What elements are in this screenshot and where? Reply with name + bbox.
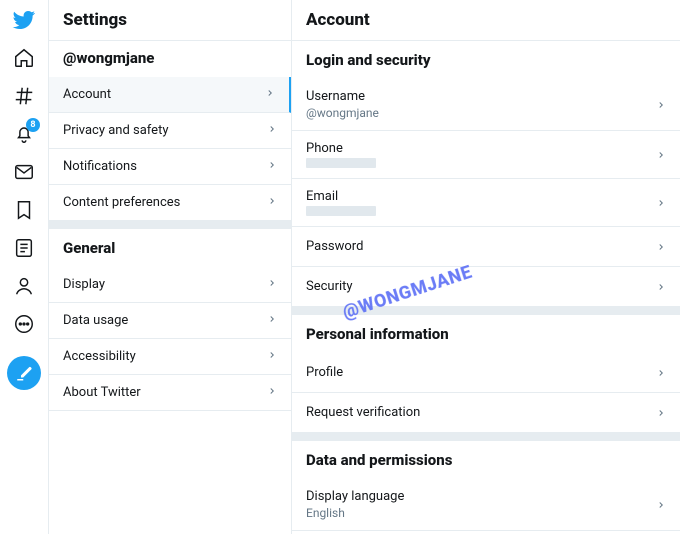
chevron-right-icon: [267, 159, 277, 174]
settings-item-content-preferences[interactable]: Content preferences: [49, 185, 291, 221]
settings-item-label: Display: [63, 277, 105, 292]
account-row-display-language[interactable]: Display language English: [292, 479, 680, 531]
account-row-email[interactable]: Email: [292, 179, 680, 227]
settings-item-privacy-and-safety[interactable]: Privacy and safety: [49, 113, 291, 149]
profile-icon[interactable]: [12, 274, 36, 298]
notifications-icon[interactable]: 8: [12, 122, 36, 146]
chevron-right-icon: [267, 349, 277, 364]
settings-item-label: Content preferences: [63, 195, 180, 210]
chevron-right-icon: [656, 145, 666, 164]
settings-general-title: General: [49, 229, 291, 267]
account-group-title-personal-information: Personal information: [292, 315, 680, 353]
settings-item-accessibility[interactable]: Accessibility: [49, 339, 291, 375]
account-row-request-verification[interactable]: Request verification: [292, 393, 680, 433]
section-divider: [49, 221, 291, 229]
compose-button[interactable]: [7, 356, 41, 390]
redacted-value: [306, 206, 376, 216]
account-row-username[interactable]: Username @wongmjane: [292, 79, 680, 131]
settings-item-about-twitter[interactable]: About Twitter: [49, 375, 291, 411]
settings-title: Settings: [49, 0, 291, 41]
account-row-profile[interactable]: Profile: [292, 353, 680, 393]
account-row-security[interactable]: Security: [292, 267, 680, 307]
chevron-right-icon: [656, 277, 666, 296]
chevron-right-icon: [267, 385, 277, 400]
chevron-right-icon: [656, 237, 666, 256]
account-title: Account: [292, 0, 680, 41]
settings-item-account[interactable]: Account: [49, 77, 291, 113]
account-row-label: Email: [306, 189, 376, 204]
account-group-title-data-and-permissions: Data and permissions: [292, 441, 680, 479]
account-body: Login and security Username @wongmjane Phon…: [292, 41, 680, 534]
settings-column: Settings @wongmjane Account Privacy and s…: [48, 0, 292, 534]
account-row-password[interactable]: Password: [292, 227, 680, 267]
account-row-label: Display language: [306, 489, 404, 504]
messages-icon[interactable]: [12, 160, 36, 184]
notifications-badge: 8: [26, 118, 40, 132]
account-column: Account Login and security Username @wongm…: [292, 0, 680, 534]
settings-item-label: Account: [63, 87, 111, 102]
chevron-right-icon: [656, 95, 666, 114]
chevron-right-icon: [265, 87, 275, 102]
chevron-right-icon: [267, 123, 277, 138]
chevron-right-icon: [656, 193, 666, 212]
explore-icon[interactable]: [12, 84, 36, 108]
settings-item-label: Privacy and safety: [63, 123, 168, 138]
settings-item-data-usage[interactable]: Data usage: [49, 303, 291, 339]
settings-user-list: Account Privacy and safety Notifications Co…: [49, 77, 291, 221]
home-icon[interactable]: [12, 46, 36, 70]
account-row-label: Security: [306, 279, 353, 294]
account-row-phone[interactable]: Phone: [292, 131, 680, 179]
chevron-right-icon: [656, 403, 666, 422]
account-row-label: Username: [306, 89, 379, 104]
settings-item-label: Accessibility: [63, 349, 136, 364]
account-row-label: Request verification: [306, 405, 420, 420]
account-group-title-login-and-security: Login and security: [292, 41, 680, 79]
settings-item-label: About Twitter: [63, 385, 141, 400]
account-row-sublabel: English: [306, 506, 404, 520]
settings-handle: @wongmjane: [49, 41, 291, 77]
more-icon[interactable]: [12, 312, 36, 336]
account-row-sublabel: @wongmjane: [306, 106, 379, 120]
chevron-right-icon: [656, 495, 666, 514]
account-row-label: Profile: [306, 365, 343, 380]
lists-icon[interactable]: [12, 236, 36, 260]
chevron-right-icon: [267, 277, 277, 292]
settings-general-list: Display Data usage Accessibility About Twit…: [49, 267, 291, 411]
section-divider: [292, 307, 680, 315]
chevron-right-icon: [656, 363, 666, 382]
settings-item-notifications[interactable]: Notifications: [49, 149, 291, 185]
twitter-logo-icon[interactable]: [12, 8, 36, 32]
nav-rail: 8: [0, 0, 48, 534]
section-divider: [292, 433, 680, 441]
account-row-label: Phone: [306, 141, 376, 156]
settings-item-display[interactable]: Display: [49, 267, 291, 303]
account-row-label: Password: [306, 239, 363, 254]
chevron-right-icon: [267, 313, 277, 328]
chevron-right-icon: [267, 195, 277, 210]
settings-item-label: Data usage: [63, 313, 128, 328]
settings-item-label: Notifications: [63, 159, 137, 174]
bookmarks-icon[interactable]: [12, 198, 36, 222]
redacted-value: [306, 158, 376, 168]
